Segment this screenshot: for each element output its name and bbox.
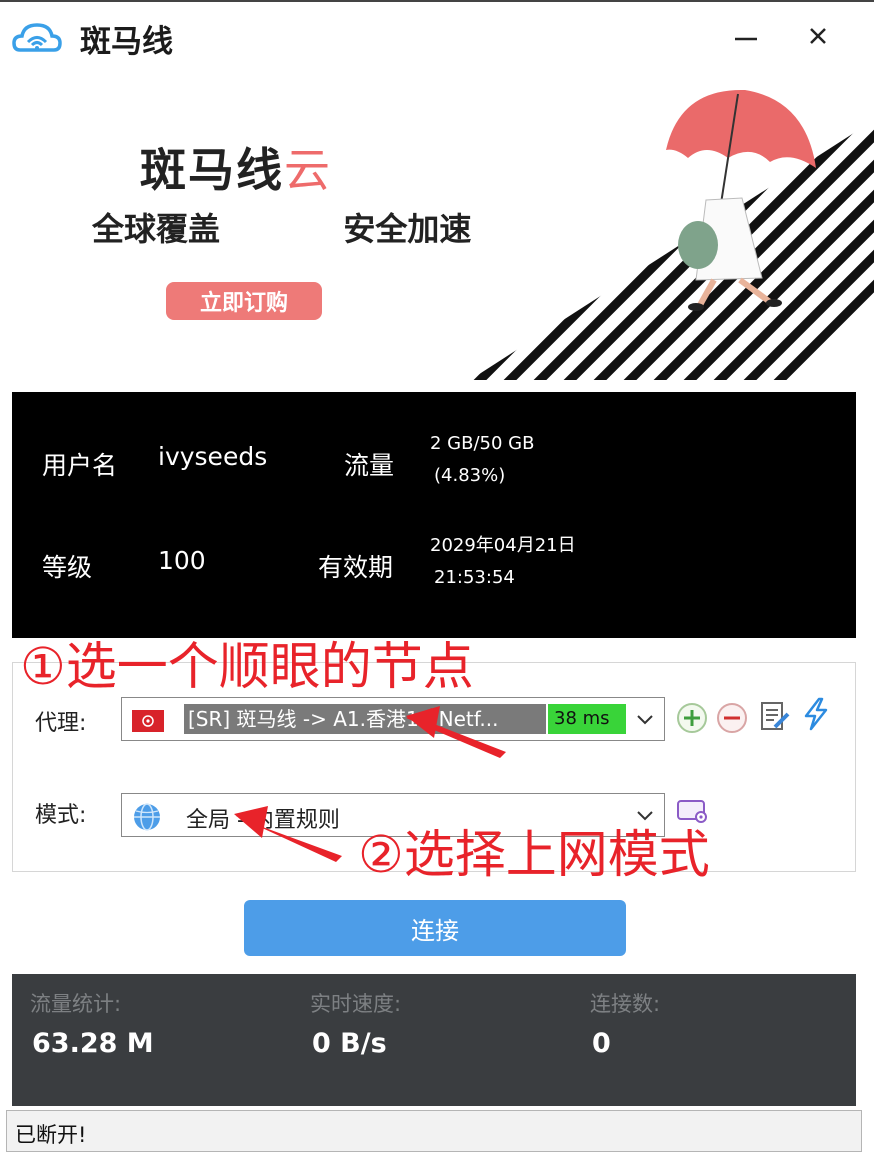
connections-stat-label: 连接数: xyxy=(590,992,661,1016)
expiry-date: 2029年04月21日 xyxy=(430,535,576,556)
brand-name: 斑马线云 xyxy=(140,134,332,200)
edit-icon[interactable] xyxy=(757,699,791,733)
level-label: 等级 xyxy=(42,553,93,582)
mode-label: 模式: xyxy=(35,803,87,828)
minimize-button[interactable] xyxy=(722,16,770,56)
settings-panel: 代理: [SR] 斑马线 -> A1.香港1 - Netf... 38 ms 模… xyxy=(12,662,856,872)
add-icon[interactable] xyxy=(675,701,709,735)
umbrella-girl-illustration xyxy=(470,89,874,380)
connections-stat-value: 0 xyxy=(592,1028,611,1059)
globe-icon xyxy=(134,803,160,831)
close-button[interactable] xyxy=(794,16,842,56)
app-title: 斑马线 xyxy=(80,24,173,60)
traffic-stat-label: 流量统计: xyxy=(30,992,122,1016)
chevron-down-icon xyxy=(637,715,653,725)
promo-banner: 斑马线云 全球覆盖 安全加速 立即订购 xyxy=(0,80,874,380)
expiry-label: 有效期 xyxy=(318,553,394,582)
buy-now-button[interactable]: 立即订购 xyxy=(166,282,322,320)
proxy-value: [SR] 斑马线 -> A1.香港1 - Netf... xyxy=(184,704,546,734)
traffic-value: 2 GB/50 GB xyxy=(430,433,535,454)
status-text: 已断开! xyxy=(15,1123,87,1147)
brand-accent: 云 xyxy=(284,143,332,197)
username-value: ivyseeds xyxy=(158,442,268,471)
wifi-cloud-icon xyxy=(12,23,62,52)
proxy-select[interactable]: [SR] 斑马线 -> A1.香港1 - Netf... 38 ms xyxy=(121,697,665,741)
speed-stat-value: 0 B/s xyxy=(312,1028,387,1059)
level-value: 100 xyxy=(158,546,206,575)
mode-select[interactable]: 全局 - 内置规则 xyxy=(121,793,665,837)
account-panel: 用户名 ivyseeds 流量 2 GB/50 GB (4.83%) 等级 10… xyxy=(12,392,856,638)
title-bar: 斑马线 xyxy=(0,0,874,80)
remove-icon[interactable] xyxy=(715,701,749,735)
status-bar: 已断开! xyxy=(6,1110,862,1152)
mode-value: 全局 - 内置规则 xyxy=(186,808,340,833)
rules-icon[interactable] xyxy=(675,793,709,827)
proxy-label: 代理: xyxy=(35,711,87,736)
close-icon xyxy=(810,28,826,44)
speed-stat-label: 实时速度: xyxy=(310,992,402,1016)
connect-button[interactable]: 连接 xyxy=(244,900,626,956)
minimize-icon xyxy=(735,37,757,41)
hong-kong-flag-icon xyxy=(132,710,164,732)
chevron-down-icon xyxy=(637,811,653,821)
latency-badge: 38 ms xyxy=(548,704,626,734)
expiry-time: 21:53:54 xyxy=(434,567,515,588)
lightning-icon[interactable] xyxy=(799,697,833,731)
traffic-percent: (4.83%) xyxy=(434,465,506,486)
traffic-label: 流量 xyxy=(344,451,395,480)
stats-panel: 流量统计: 63.28 M 实时速度: 0 B/s 连接数: 0 xyxy=(12,974,856,1106)
username-label: 用户名 xyxy=(42,451,118,480)
brand-main: 斑马线 xyxy=(140,143,284,197)
slogan: 全球覆盖 安全加速 xyxy=(92,210,472,248)
traffic-stat-value: 63.28 M xyxy=(32,1028,154,1059)
